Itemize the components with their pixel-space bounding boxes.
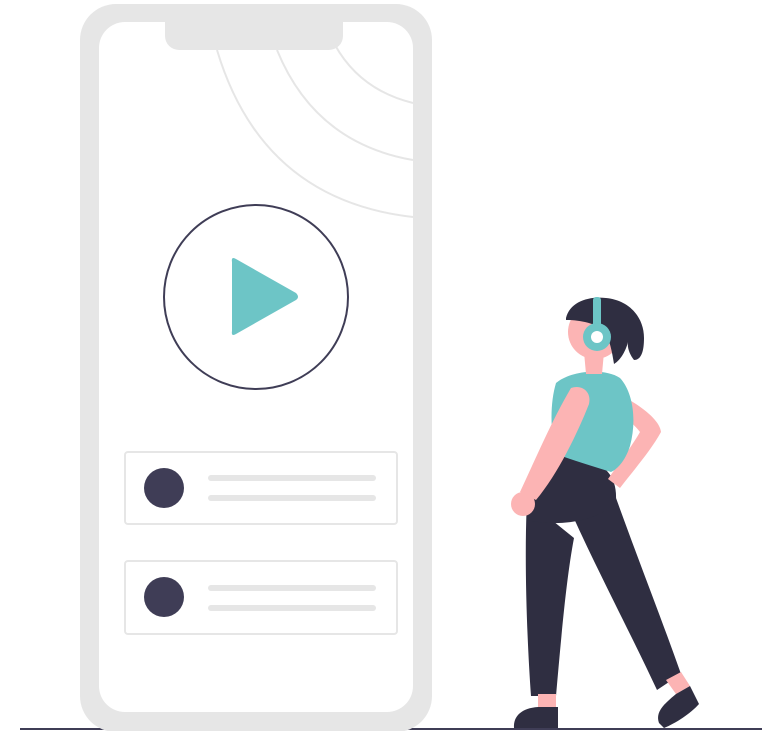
avatar: [144, 577, 184, 617]
headphones-band: [593, 297, 601, 327]
placeholder-line-title: [208, 585, 376, 591]
person-shoe-left: [513, 707, 558, 728]
playlist-item-2[interactable]: [124, 560, 398, 635]
avatar: [144, 468, 184, 508]
person-leg-right: [568, 498, 681, 690]
person-with-headphones: [511, 297, 699, 728]
person-leg-left: [525, 500, 574, 696]
phone-notch: [165, 22, 343, 50]
playlist-item-1[interactable]: [124, 451, 398, 525]
person-ankle-left: [538, 694, 556, 708]
phone-device: [80, 4, 432, 731]
person-hand-left: [511, 492, 535, 516]
placeholder-line-subtitle: [208, 605, 376, 611]
placeholder-line-title: [208, 475, 376, 481]
play-button[interactable]: [163, 204, 349, 390]
headphones-earcup-center: [591, 331, 603, 343]
illustration-canvas: [20, 4, 762, 731]
placeholder-line-subtitle: [208, 495, 376, 501]
